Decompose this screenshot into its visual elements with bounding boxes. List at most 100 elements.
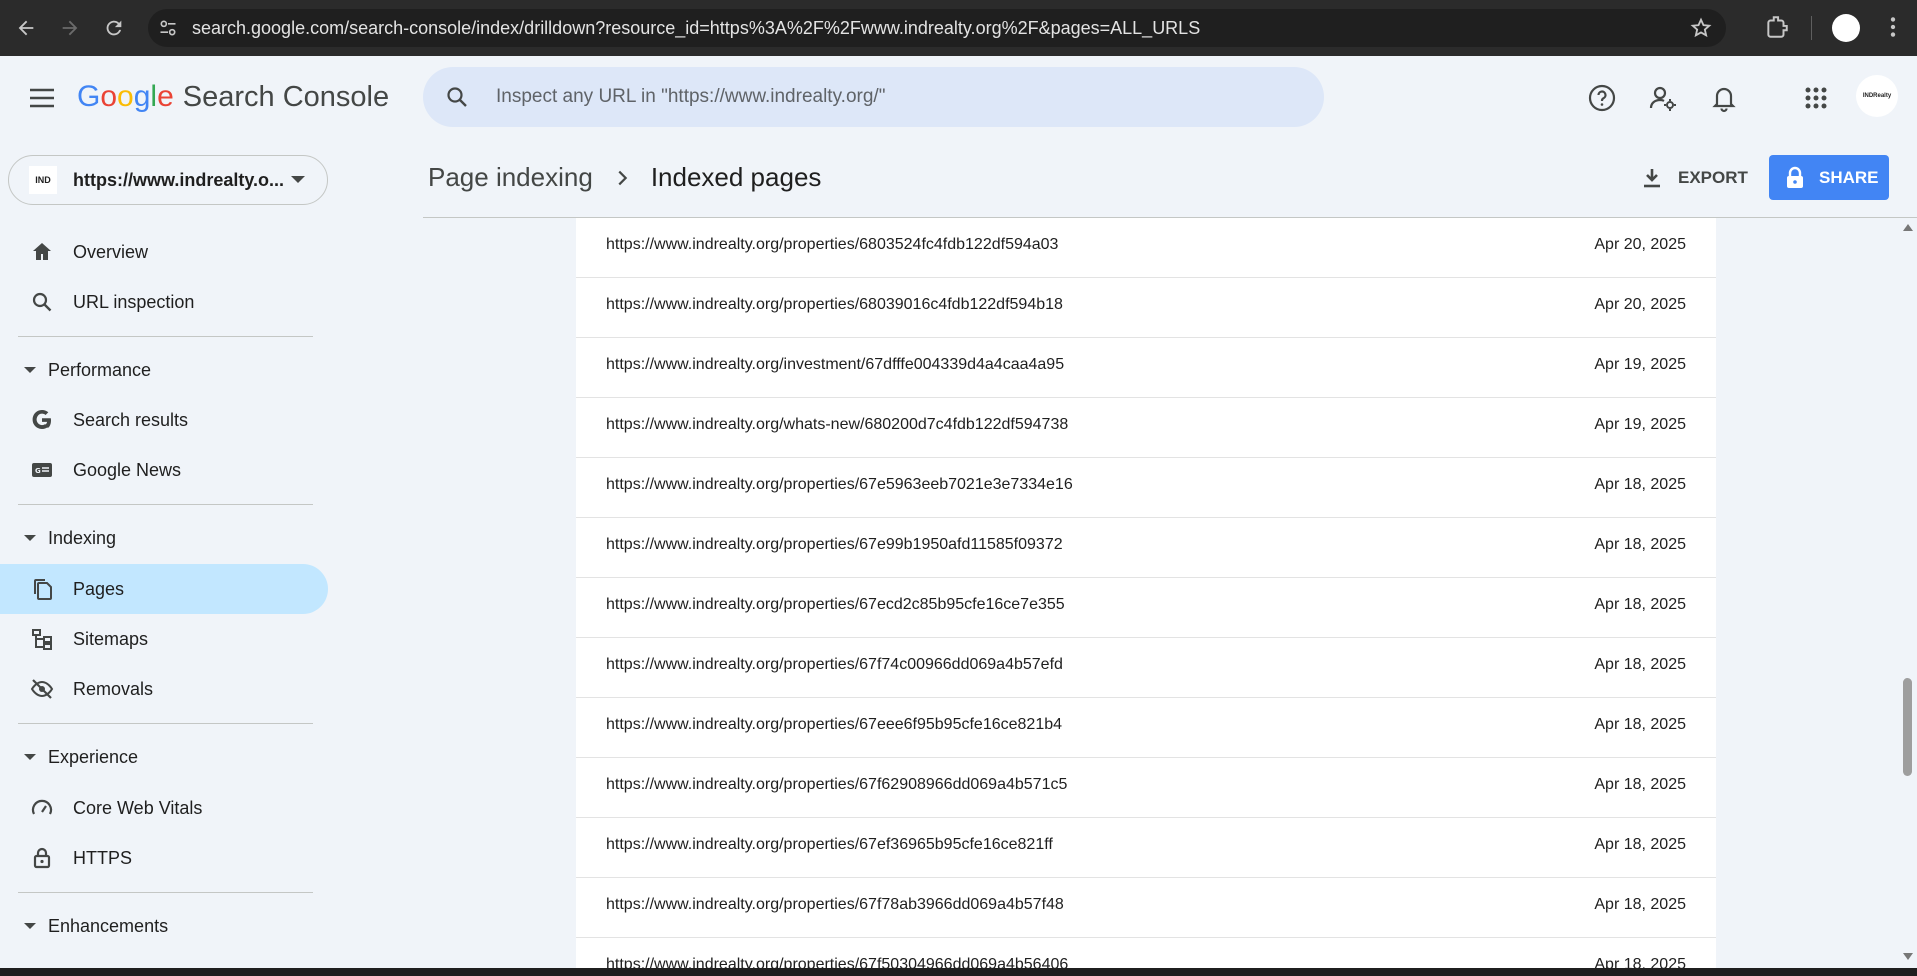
sidebar-group-label: Experience (48, 746, 139, 767)
sidebar-item-google-news[interactable]: G Google News (0, 445, 328, 495)
table-row[interactable]: https://www.indrealty.org/investment/67d… (576, 338, 1716, 398)
sidebar-item-https[interactable]: HTTPS (0, 833, 328, 883)
sidebar-item-search-results[interactable]: Search results (0, 395, 328, 445)
sidebar-item-label: Sitemaps (73, 628, 149, 649)
help-icon[interactable] (1587, 83, 1617, 113)
sidebar-item-label: Core Web Vitals (73, 797, 203, 818)
search-icon (447, 87, 467, 107)
apps-grid-icon[interactable] (1801, 83, 1831, 113)
row-url[interactable]: https://www.indrealty.org/properties/67e… (606, 536, 1063, 554)
export-label: EXPORT (1678, 168, 1748, 187)
sidebar-divider (18, 892, 313, 893)
dropdown-caret-icon (291, 176, 305, 183)
sidebar-group-enhancements[interactable]: Enhancements (0, 906, 300, 946)
sidebar-item-pages[interactable]: Pages (0, 564, 328, 614)
sidebar-item-label: Removals (73, 678, 154, 699)
browser-toolbar: search.google.com/search-console/index/d… (0, 0, 1917, 56)
property-selector[interactable]: IND https://www.indrealty.o... (8, 155, 328, 205)
sidebar-item-url-inspection[interactable]: URL inspection (0, 277, 328, 327)
row-date: Apr 20, 2025 (1594, 236, 1686, 253)
table-row[interactable]: https://www.indrealty.org/whats-new/6802… (576, 398, 1716, 458)
address-url: search.google.com/search-console/index/d… (192, 17, 1201, 38)
sidebar-group-indexing[interactable]: Indexing (0, 518, 300, 558)
product-name: Search Console (182, 81, 390, 113)
browser-menu-icon[interactable] (1880, 14, 1906, 45)
collapse-triangle-icon (24, 754, 36, 760)
row-url[interactable]: https://www.indrealty.org/properties/67e… (606, 716, 1062, 734)
row-url[interactable]: https://www.indrealty.org/properties/67f… (606, 656, 1063, 674)
sitemap-icon (32, 629, 52, 650)
row-url[interactable]: https://www.indrealty.org/properties/680… (606, 296, 1063, 314)
row-date: Apr 18, 2025 (1594, 596, 1686, 613)
table-row[interactable]: https://www.indrealty.org/properties/67f… (576, 638, 1716, 698)
row-date: Apr 18, 2025 (1594, 716, 1686, 733)
sidebar-item-label: Overview (73, 241, 149, 262)
row-date: Apr 18, 2025 (1594, 476, 1686, 493)
page-scrollbar[interactable] (1898, 218, 1917, 976)
sidebar-group-label: Performance (48, 359, 152, 380)
search-icon (32, 292, 52, 312)
sidebar-group-experience[interactable]: Experience (0, 737, 300, 777)
download-icon (1644, 169, 1660, 188)
scrollbar-thumb[interactable] (1903, 678, 1912, 776)
table-row[interactable]: https://www.indrealty.org/properties/67f… (576, 758, 1716, 818)
reload-icon (106, 20, 122, 36)
table-row[interactable]: https://www.indrealty.org/properties/67e… (576, 518, 1716, 578)
row-url[interactable]: https://www.indrealty.org/properties/67f… (606, 776, 1067, 794)
extensions-icon[interactable] (1764, 14, 1790, 45)
user-settings-icon[interactable] (1648, 83, 1678, 113)
row-date: Apr 18, 2025 (1594, 536, 1686, 553)
table-row[interactable]: https://www.indrealty.org/properties/680… (576, 278, 1716, 338)
table-row[interactable]: https://www.indrealty.org/properties/67e… (576, 818, 1716, 878)
row-date: Apr 18, 2025 (1594, 836, 1686, 853)
table-row[interactable]: https://www.indrealty.org/properties/67e… (576, 458, 1716, 518)
arrow-right-icon (62, 20, 78, 36)
row-url[interactable]: https://www.indrealty.org/investment/67d… (606, 356, 1064, 374)
collapse-triangle-icon (24, 367, 36, 373)
export-button[interactable]: EXPORT (1640, 160, 1748, 196)
forward-button[interactable] (52, 10, 88, 46)
sidebar-item-label: Google News (73, 459, 182, 480)
row-url[interactable]: https://www.indrealty.org/properties/67e… (606, 836, 1053, 854)
logo-letter: g (133, 80, 151, 113)
collapse-triangle-icon (24, 923, 36, 929)
site-settings-icon[interactable] (148, 18, 188, 38)
url-inspect-search[interactable]: Inspect any URL in "https://www.indrealt… (423, 67, 1324, 127)
reload-button[interactable] (96, 10, 132, 46)
sidebar-item-label: HTTPS (73, 847, 133, 868)
table-row[interactable]: https://www.indrealty.org/properties/67e… (576, 578, 1716, 638)
account-avatar[interactable]: INDRealty (1856, 75, 1898, 117)
row-url[interactable]: https://www.indrealty.org/properties/680… (606, 236, 1058, 254)
breadcrumb-page-indexing[interactable]: Page indexing (428, 162, 593, 193)
row-url[interactable]: https://www.indrealty.org/properties/67e… (606, 596, 1065, 614)
address-bar[interactable]: search.google.com/search-console/index/d… (148, 9, 1726, 47)
property-name: https://www.indrealty.o... (73, 169, 285, 190)
back-button[interactable] (8, 10, 44, 46)
logo-letter: o (100, 80, 118, 113)
share-button[interactable]: SHARE (1769, 155, 1889, 200)
table-row[interactable]: https://www.indrealty.org/properties/680… (576, 218, 1716, 278)
row-url[interactable]: https://www.indrealty.org/properties/67f… (606, 896, 1064, 914)
svg-text:G: G (35, 467, 41, 475)
notifications-bell-icon[interactable] (1709, 83, 1739, 113)
sidebar-item-label: URL inspection (73, 291, 195, 312)
logo-letter: l (150, 80, 158, 113)
lock-icon (33, 847, 51, 869)
logo-letter: e (157, 80, 174, 113)
pages-icon (34, 579, 52, 600)
sidebar-item-removals[interactable]: Removals (0, 664, 328, 714)
main-menu-icon[interactable] (28, 86, 56, 110)
bookmark-star-icon[interactable] (1690, 17, 1712, 44)
table-row[interactable]: https://www.indrealty.org/properties/67f… (576, 878, 1716, 938)
row-url[interactable]: https://www.indrealty.org/properties/67e… (606, 476, 1073, 494)
scroll-down-arrow-icon[interactable] (1903, 953, 1913, 960)
table-row[interactable]: https://www.indrealty.org/properties/67e… (576, 698, 1716, 758)
profile-avatar[interactable] (1832, 14, 1860, 42)
sidebar-item-sitemaps[interactable]: Sitemaps (0, 614, 328, 664)
row-url[interactable]: https://www.indrealty.org/whats-new/6802… (606, 416, 1068, 434)
sidebar-group-performance[interactable]: Performance (0, 350, 300, 390)
sidebar-item-overview[interactable]: Overview (0, 227, 328, 277)
sidebar-item-core-web-vitals[interactable]: Core Web Vitals (0, 783, 328, 833)
google-search-console-logo[interactable]: Google Search Console (77, 80, 389, 114)
scroll-up-arrow-icon[interactable] (1903, 224, 1913, 231)
